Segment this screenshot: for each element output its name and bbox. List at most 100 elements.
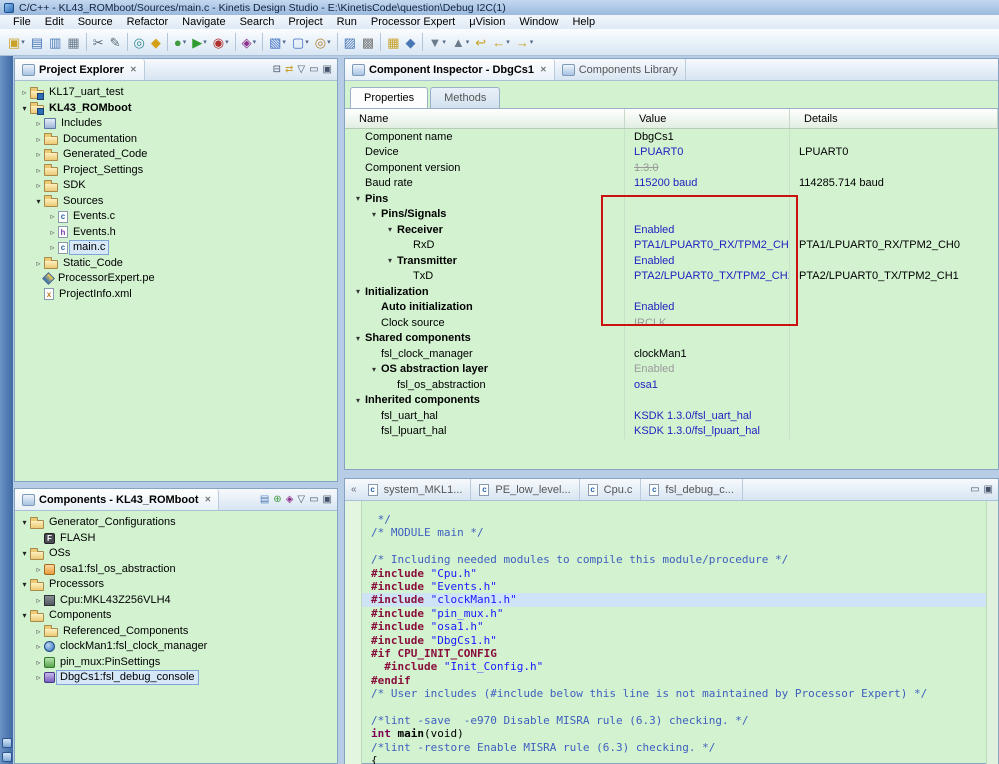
property-value[interactable]: IRCLK [625, 315, 790, 331]
twistie-icon[interactable]: ▾ [383, 225, 397, 234]
tree-item-kl43-romboot[interactable]: ▾ KL43_ROMboot [15, 101, 337, 117]
code-line[interactable]: #include "Init_Config.h" [362, 660, 986, 673]
tab-component-inspector[interactable]: Component Inspector - DbgCs1 ✕ [345, 59, 555, 80]
twistie-icon[interactable]: ▾ [19, 549, 30, 558]
tab-methods[interactable]: Methods [430, 87, 501, 108]
property-value[interactable]: DbgCs1 [625, 129, 790, 145]
tree-item-dbgcs1-fsl-debug-console[interactable]: ▹ DbgCs1:fsl_debug_console [15, 670, 337, 686]
link-with-editor-button[interactable]: ⇄ [285, 64, 293, 76]
twistie-icon[interactable]: ▹ [47, 243, 58, 252]
maximize-button[interactable]: ▣ [323, 64, 332, 76]
column-value[interactable]: Value [625, 109, 790, 128]
code-line[interactable]: */ [362, 513, 986, 526]
tree-item-oss[interactable]: ▾ OSs [15, 546, 337, 562]
twistie-icon[interactable]: ▹ [33, 259, 44, 268]
view-menu-button[interactable]: ▽ [297, 494, 305, 506]
menu-project[interactable]: Project [281, 15, 329, 29]
tab-components[interactable]: Components - KL43_ROMboot ✕ [15, 489, 220, 510]
editor-tab-pe-low-level[interactable]: c PE_low_level... [471, 479, 580, 500]
tab-overflow-icon[interactable]: « [348, 479, 360, 500]
code-line[interactable]: /* User includes (#include below this li… [362, 687, 986, 700]
property-row-component-name[interactable]: Component name DbgCs1 [345, 129, 998, 145]
menu-window[interactable]: Window [512, 15, 565, 29]
property-value[interactable]: clockMan1 [625, 346, 790, 362]
twistie-icon[interactable]: ▾ [19, 518, 30, 527]
twistie-icon[interactable]: ▹ [33, 673, 44, 682]
property-row-fsl-uart-hal[interactable]: fsl_uart_hal KSDK 1.3.0/fsl_uart_hal [345, 408, 998, 424]
twistie-icon[interactable]: ▹ [33, 627, 44, 636]
property-value[interactable]: LPUART0 [625, 144, 790, 160]
print-button[interactable]: ▦ [65, 32, 81, 53]
twistie-icon[interactable]: ▹ [33, 181, 44, 190]
minimize-button[interactable]: ▭ [309, 494, 318, 506]
twistie-icon[interactable]: ▾ [351, 396, 365, 405]
property-row-baud-rate[interactable]: Baud rate 115200 baud 114285.714 baud [345, 175, 998, 191]
save-all-button[interactable]: ▥ [47, 32, 63, 53]
code-line[interactable]: /*lint -save -e970 Disable MISRA rule (6… [362, 714, 986, 727]
property-row-fsl-os-abstraction[interactable]: fsl_os_abstraction osa1 [345, 377, 998, 393]
property-value[interactable]: osa1 [625, 377, 790, 393]
title-bar[interactable]: C/C++ - KL43_ROMboot/Sources/main.c - Ki… [0, 0, 999, 15]
tree-item-osa1-fsl-os-abstraction[interactable]: ▹ osa1:fsl_os_abstraction [15, 562, 337, 578]
new-wizard-button[interactable]: ▣ ▾ [6, 32, 27, 53]
menu-vision[interactable]: μVision [462, 15, 512, 29]
twistie-icon[interactable]: ▾ [19, 104, 30, 113]
twistie-icon[interactable]: ▾ [367, 210, 381, 219]
sketch-tool-button[interactable]: ✎ [108, 32, 123, 53]
code-line[interactable] [362, 700, 986, 713]
property-row-shared-components[interactable]: ▾ Shared components [345, 330, 998, 346]
twistie-icon[interactable]: ▾ [351, 334, 365, 343]
forward-button[interactable]: → ▾ [514, 32, 536, 53]
tree-item-sources[interactable]: ▾ Sources [15, 194, 337, 210]
column-name[interactable]: Name [345, 109, 625, 128]
property-value[interactable]: 1.3.0 [625, 160, 790, 176]
twistie-icon[interactable]: ▹ [19, 88, 30, 97]
property-value[interactable] [625, 392, 790, 408]
property-row-clock-source[interactable]: Clock source IRCLK [345, 315, 998, 331]
minimize-button[interactable]: ▭ [309, 64, 318, 76]
property-value[interactable] [625, 284, 790, 300]
property-value[interactable]: Enabled [625, 299, 790, 315]
profile-button[interactable]: ◉ ▾ [211, 32, 231, 53]
twistie-icon[interactable]: ▹ [33, 565, 44, 574]
new-class-button[interactable]: ▧ ▾ [267, 32, 288, 53]
tree-item-events-c[interactable]: ▹ c Events.c [15, 209, 337, 225]
twistie-icon[interactable]: ▾ [19, 611, 30, 620]
property-row-txd[interactable]: TxD PTA2/LPUART0_TX/TPM2_CH1 PTA2/LPUART0_… [345, 268, 998, 284]
menu-search[interactable]: Search [233, 15, 282, 29]
property-value[interactable]: Enabled [625, 222, 790, 238]
fast-view-icon[interactable] [1, 738, 12, 748]
tree-item-generated-code[interactable]: ▹ Generated_Code [15, 147, 337, 163]
code-line[interactable]: #include "clockMan1.h" [362, 593, 986, 607]
close-icon[interactable]: ✕ [540, 65, 547, 74]
tree-item-projectinfo-xml[interactable]: x ProjectInfo.xml [15, 287, 337, 303]
debug-button[interactable]: ● ▾ [172, 32, 188, 53]
last-edit-location-button[interactable]: ↩ [473, 32, 488, 53]
menu-processor-expert[interactable]: Processor Expert [364, 15, 462, 29]
collapse-all-button[interactable]: ⊟ [273, 64, 281, 76]
property-value[interactable]: PTA2/LPUART0_TX/TPM2_CH1 [625, 268, 790, 284]
property-row-receiver[interactable]: ▾ Receiver Enabled [345, 222, 998, 238]
tree-item-pin-mux-pinsettings[interactable]: ▹ pin_mux:PinSettings [15, 655, 337, 671]
tree-item-kl17-uart-test[interactable]: ▹ KL17_uart_test [15, 85, 337, 101]
twistie-icon[interactable]: ▹ [33, 166, 44, 175]
open-element-button[interactable]: ▨ [342, 32, 358, 53]
property-value[interactable]: PTA1/LPUART0_RX/TPM2_CH0 [625, 237, 790, 253]
code-line[interactable]: #endif [362, 674, 986, 687]
close-icon[interactable]: ✕ [130, 65, 137, 74]
tree-item-static-code[interactable]: ▹ Static_Code [15, 256, 337, 272]
twistie-icon[interactable]: ▹ [33, 658, 44, 667]
overview-ruler[interactable] [986, 501, 998, 764]
property-value[interactable] [625, 206, 790, 222]
property-row-component-version[interactable]: Component version 1.3.0 [345, 160, 998, 176]
save-button[interactable]: ▤ [29, 32, 45, 53]
twistie-icon[interactable]: ▾ [33, 197, 44, 206]
search-button[interactable]: ◎ ▾ [313, 32, 333, 53]
add-component-button[interactable]: ⊕ [273, 494, 281, 506]
property-row-transmitter[interactable]: ▾ Transmitter Enabled [345, 253, 998, 269]
twistie-icon[interactable]: ▹ [33, 596, 44, 605]
code-line[interactable]: #if CPU_INIT_CONFIG [362, 647, 986, 660]
property-value[interactable]: KSDK 1.3.0/fsl_lpuart_hal [625, 423, 790, 439]
next-annotation-button[interactable]: ▼ ▾ [427, 32, 448, 53]
new-file-button[interactable]: ▢ ▾ [290, 32, 311, 53]
